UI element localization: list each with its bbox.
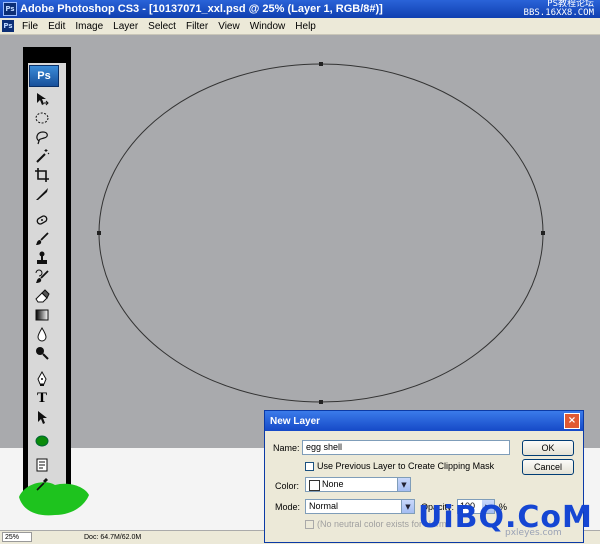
ellipse-path <box>98 63 544 403</box>
eyedropper-icon[interactable] <box>33 475 51 493</box>
notes-icon[interactable] <box>33 456 51 474</box>
layer-name-input[interactable]: egg shell <box>302 440 510 455</box>
anchor-point-bottom <box>319 400 323 404</box>
anchor-point-right <box>541 231 545 235</box>
blur-icon[interactable] <box>33 325 51 343</box>
chevron-down-icon[interactable]: ▼ <box>401 500 414 513</box>
tool-highlight-scribble <box>19 482 89 516</box>
mode-select-value: Normal <box>309 501 339 511</box>
pen-icon[interactable] <box>33 370 51 388</box>
name-label: Name: <box>273 443 300 453</box>
document-size-info[interactable]: Doc: 64.7M/62.0M <box>84 533 141 542</box>
menu-select[interactable]: Select <box>143 21 181 32</box>
menu-file[interactable]: File <box>17 21 43 32</box>
menu-edit[interactable]: Edit <box>43 21 70 32</box>
mode-label: Mode: <box>275 502 301 512</box>
dodge-icon[interactable] <box>33 344 51 362</box>
slice-icon[interactable] <box>33 185 51 203</box>
clone-stamp-icon[interactable] <box>33 249 51 267</box>
ellipse-path-overlay <box>97 62 545 404</box>
menu-filter[interactable]: Filter <box>181 21 213 32</box>
dialog-title: New Layer <box>270 415 321 427</box>
eraser-icon[interactable] <box>33 287 51 305</box>
elliptical-marquee-icon[interactable] <box>33 109 51 127</box>
anchor-point-left <box>97 231 101 235</box>
ok-button[interactable]: OK <box>522 440 574 456</box>
brush-icon[interactable] <box>33 230 51 248</box>
type-tool-icon[interactable]: T <box>33 389 51 407</box>
photoshop-app-icon[interactable]: Ps <box>3 2 17 16</box>
dialog-title-bar: New Layer × <box>265 411 583 431</box>
title-bar: Ps Adobe Photoshop CS3 - [10137071_xxl.p… <box>0 0 600 18</box>
gradient-icon[interactable] <box>33 306 51 324</box>
document-icon[interactable]: Ps <box>2 20 14 32</box>
watermark-small: pxleyes.com <box>505 528 562 538</box>
path-selection-icon[interactable] <box>33 408 51 426</box>
move-tool-icon[interactable] <box>33 90 51 108</box>
color-select[interactable]: None ▼ <box>305 477 411 492</box>
clipping-mask-label: Use Previous Layer to Create Clipping Ma… <box>317 461 495 471</box>
color-swatch <box>309 480 320 491</box>
history-brush-icon[interactable] <box>33 268 51 286</box>
toolbox-panel: Ps T <box>19 47 89 516</box>
document-canvas[interactable] <box>0 35 600 448</box>
watermark-top-line2: BBS.16XX8.COM <box>523 8 594 18</box>
window-title: Adobe Photoshop CS3 - [10137071_xxl.psd … <box>20 3 383 15</box>
menu-help[interactable]: Help <box>290 21 321 32</box>
lasso-icon[interactable] <box>33 128 51 146</box>
menu-view[interactable]: View <box>213 21 245 32</box>
menu-layer[interactable]: Layer <box>108 21 143 32</box>
clipping-mask-checkbox[interactable] <box>305 462 314 471</box>
crop-icon[interactable] <box>33 166 51 184</box>
color-select-value: None <box>322 479 344 489</box>
anchor-point-top <box>319 62 323 66</box>
neutral-color-checkbox[interactable] <box>305 520 314 529</box>
ellipse-shape-tool-icon[interactable] <box>33 432 51 450</box>
ps-logo-icon[interactable]: Ps <box>29 65 59 87</box>
close-icon[interactable]: × <box>564 413 580 429</box>
magic-wand-icon[interactable] <box>33 147 51 165</box>
menu-bar: Ps File Edit Image Layer Select Filter V… <box>0 18 600 35</box>
cancel-button[interactable]: Cancel <box>522 459 574 475</box>
watermark-top: PS教程论坛 BBS.16XX8.COM <box>524 0 594 18</box>
menu-window[interactable]: Window <box>245 21 291 32</box>
menu-image[interactable]: Image <box>70 21 108 32</box>
mode-select[interactable]: Normal ▼ <box>305 499 415 514</box>
healing-brush-icon[interactable] <box>33 211 51 229</box>
zoom-level-field[interactable]: 25% <box>2 532 32 542</box>
chevron-down-icon[interactable]: ▼ <box>397 478 410 491</box>
color-label: Color: <box>275 481 300 491</box>
